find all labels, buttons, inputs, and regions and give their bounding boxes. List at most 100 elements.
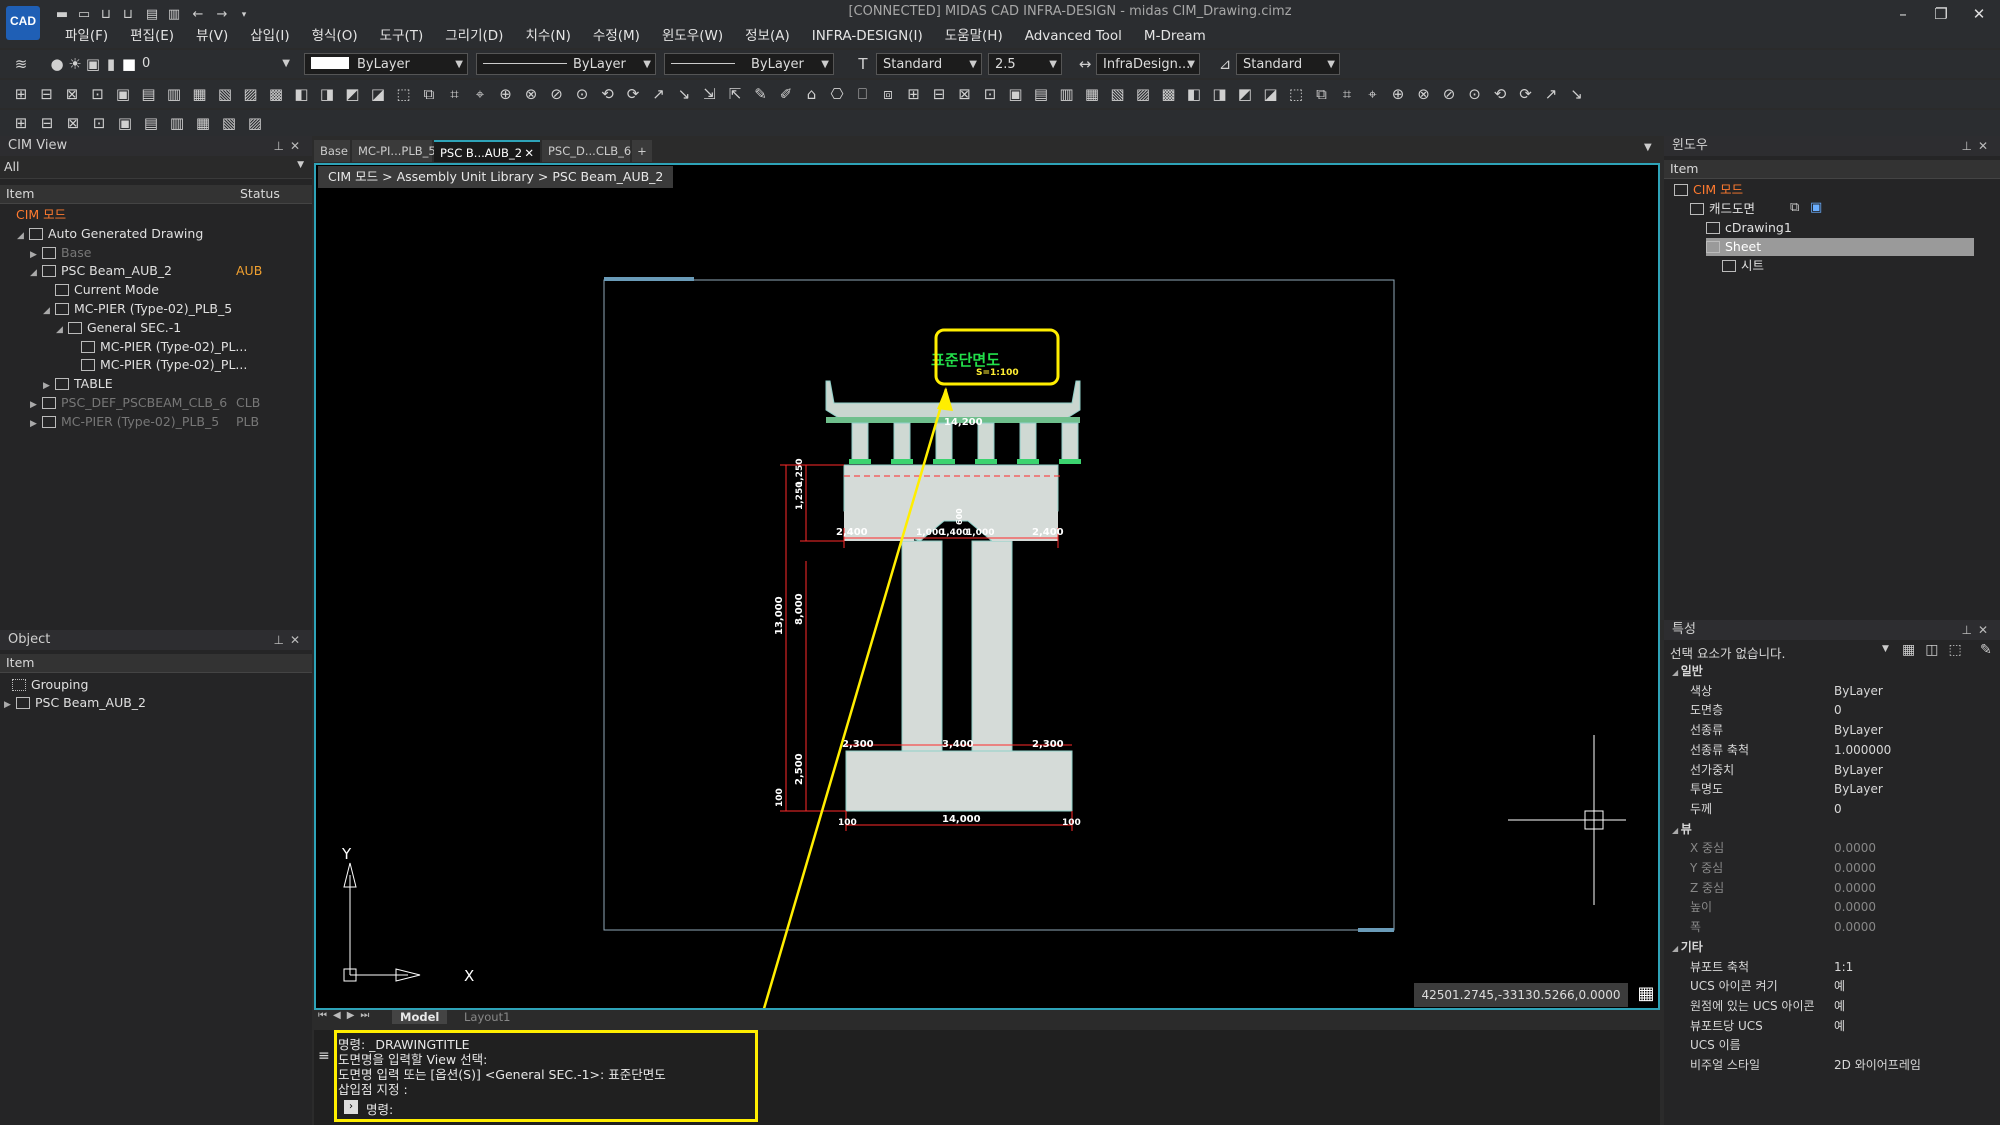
minimize-icon[interactable]: – xyxy=(1888,4,1918,24)
cim-tree-item[interactable]: ◢ Auto Generated Drawing xyxy=(17,225,203,243)
property-row[interactable]: 두께 0 xyxy=(1664,800,2000,819)
window-tree-item[interactable]: cDrawing1 xyxy=(1706,219,1792,237)
tool-icon[interactable]: ▧ xyxy=(220,114,238,132)
cim-tree-item[interactable]: ▶ Base xyxy=(30,244,91,262)
cim-tree-item[interactable]: ◢ MC-PIER (Type-02)_PLB_5 xyxy=(43,300,232,318)
quick-select-icon[interactable]: ▦◫⬚ xyxy=(1902,642,1972,658)
expand-icon[interactable]: ▶ xyxy=(43,377,55,395)
layer-select[interactable]: 0 ▼ xyxy=(136,53,294,75)
restore-icon[interactable]: ❐ xyxy=(1926,4,1956,24)
property-group[interactable]: ◢ 뷰 xyxy=(1672,820,1692,839)
tool-icon[interactable]: ↘ xyxy=(1568,85,1586,103)
menu-item-2[interactable]: 뷰(V) xyxy=(185,26,239,46)
close-tab-icon[interactable]: ✕ xyxy=(524,142,534,164)
pin-icon[interactable]: ⊥ xyxy=(273,633,289,647)
tool-icon[interactable]: ⟳ xyxy=(1517,85,1535,103)
tool-icon[interactable]: ✎ xyxy=(752,85,770,103)
window-tree-item[interactable]: 시트 xyxy=(1722,257,1764,275)
tool-icon[interactable]: ▣ xyxy=(116,114,134,132)
tool-icon[interactable]: ◩ xyxy=(344,85,362,103)
tool-icon[interactable]: ⬚ xyxy=(395,85,413,103)
cim-tree-item[interactable]: ◢ PSC Beam_AUB_2 xyxy=(30,262,172,280)
close-window-icon[interactable]: ✕ xyxy=(1964,4,1994,24)
property-row[interactable]: 선종류 ByLayer xyxy=(1664,721,2000,740)
close-panel-icon[interactable]: ✕ xyxy=(290,139,306,153)
cim-tree-item[interactable]: MC-PIER (Type-02)_PL... xyxy=(69,338,247,356)
tool-icon[interactable]: ⌗ xyxy=(446,85,464,103)
tool-icon[interactable]: ⬚ xyxy=(1287,85,1305,103)
tool-icon[interactable]: ▤ xyxy=(142,114,160,132)
tool-icon[interactable]: ⊘ xyxy=(1440,85,1458,103)
tool-icon[interactable]: ⟲ xyxy=(1491,85,1509,103)
tab-psc-beam[interactable]: PSC B...AUB_2 ✕ xyxy=(434,140,540,162)
menu-item-11[interactable]: INFRA-DESIGN(I) xyxy=(801,26,934,46)
expand-icon[interactable]: ▶ xyxy=(4,696,16,714)
property-row[interactable]: UCS 아이콘 켜기 예 xyxy=(1664,977,2000,996)
tool-icon[interactable]: ▣ xyxy=(1007,85,1025,103)
property-row[interactable]: 원점에 있는 UCS 아이콘 예 xyxy=(1664,997,2000,1016)
cim-tree-item[interactable]: ◢ General SEC.-1 xyxy=(56,319,181,337)
property-row[interactable]: Z 중심 0.0000 xyxy=(1664,879,2000,898)
property-row[interactable]: Y 중심 0.0000 xyxy=(1664,859,2000,878)
property-row[interactable]: 선가중치 ByLayer xyxy=(1664,761,2000,780)
property-row[interactable]: 뷰포트당 UCS 예 xyxy=(1664,1017,2000,1036)
tab-psc-def[interactable]: PSC_D...CLB_6 xyxy=(542,140,631,162)
tool-icon[interactable]: ⊟ xyxy=(38,85,56,103)
cim-filter-select[interactable]: All ▼ xyxy=(0,156,312,179)
tool-icon[interactable]: ⊡ xyxy=(89,85,107,103)
tool-icon[interactable]: ▤ xyxy=(140,85,158,103)
menu-item-8[interactable]: 수정(M) xyxy=(582,26,651,46)
tool-icon[interactable]: ⧉ xyxy=(1313,85,1331,103)
pick-add-icon[interactable]: ✎ xyxy=(1980,642,1992,658)
tool-icon[interactable]: ▨ xyxy=(242,85,260,103)
menu-item-4[interactable]: 형식(O) xyxy=(301,26,369,46)
linetype-select[interactable]: ByLayer ▼ xyxy=(476,53,656,75)
tool-icon[interactable]: ⊡ xyxy=(981,85,999,103)
tab-list-chevron-icon[interactable]: ▼ xyxy=(1644,142,1652,153)
collapse-icon[interactable]: ◢ xyxy=(1672,944,1681,953)
save-as-icon[interactable]: ⊔ xyxy=(120,8,136,22)
close-panel-icon[interactable]: ✕ xyxy=(1978,623,1994,637)
tab-nav-icon[interactable]: ⏮◀▶⏭ xyxy=(318,1010,375,1021)
tool-icon[interactable]: ✐ xyxy=(777,85,795,103)
plot-icon[interactable]: ▥ xyxy=(166,8,182,22)
tool-icon[interactable]: ⊟ xyxy=(930,85,948,103)
quick-access-more-icon[interactable]: ▾ xyxy=(236,8,252,22)
expand-icon[interactable]: ◢ xyxy=(43,302,55,320)
close-panel-icon[interactable]: ✕ xyxy=(290,633,306,647)
tool-icon[interactable]: ▥ xyxy=(1058,85,1076,103)
collapse-icon[interactable]: ◢ xyxy=(1672,826,1681,835)
pin-icon[interactable]: ⊥ xyxy=(1961,623,1977,637)
tool-icon[interactable]: ⊕ xyxy=(1389,85,1407,103)
tool-icon[interactable]: ⊗ xyxy=(1415,85,1433,103)
menu-item-14[interactable]: M-Dream xyxy=(1133,26,1217,46)
tool-icon[interactable]: ▨ xyxy=(246,114,264,132)
tool-icon[interactable]: ⊠ xyxy=(64,114,82,132)
property-row[interactable]: 도면층 0 xyxy=(1664,701,2000,720)
tool-icon[interactable]: ⧉ xyxy=(420,85,438,103)
tool-icon[interactable]: ⊗ xyxy=(522,85,540,103)
tool-icon[interactable]: ⊕ xyxy=(497,85,515,103)
new-file-icon[interactable]: ▬ xyxy=(54,8,70,22)
grid-menu-icon[interactable]: ▦ xyxy=(1636,984,1656,1004)
menu-item-10[interactable]: 정보(A) xyxy=(734,26,801,46)
window-tree-item[interactable]: CIM 모드 xyxy=(1674,181,1743,199)
object-item-grouping[interactable]: Grouping xyxy=(12,676,88,694)
cim-tree-item[interactable]: ▶ MC-PIER (Type-02)_PLB_5 xyxy=(30,413,219,431)
property-row[interactable]: UCS 이름 xyxy=(1664,1036,2000,1055)
tool-icon[interactable]: ◨ xyxy=(1211,85,1229,103)
tool-icon[interactable]: ↗ xyxy=(1542,85,1560,103)
window-tree-item[interactable]: Sheet xyxy=(1706,238,1974,256)
property-row[interactable]: 폭 0.0000 xyxy=(1664,918,2000,937)
tool-icon[interactable]: ⇲ xyxy=(701,85,719,103)
tool-icon[interactable]: ↘ xyxy=(675,85,693,103)
property-row[interactable]: 뷰포트 축척 1:1 xyxy=(1664,958,2000,977)
lock-icon[interactable]: ▮ xyxy=(102,55,120,73)
tool-icon[interactable]: ◧ xyxy=(293,85,311,103)
tool-icon[interactable]: ▥ xyxy=(168,114,186,132)
cim-tree-item[interactable]: Current Mode xyxy=(43,281,159,299)
tool-icon[interactable]: ▩ xyxy=(267,85,285,103)
menu-item-7[interactable]: 치수(N) xyxy=(514,26,581,46)
tool-icon[interactable]: ⊡ xyxy=(90,114,108,132)
tool-icon[interactable]: ⌖ xyxy=(471,85,489,103)
